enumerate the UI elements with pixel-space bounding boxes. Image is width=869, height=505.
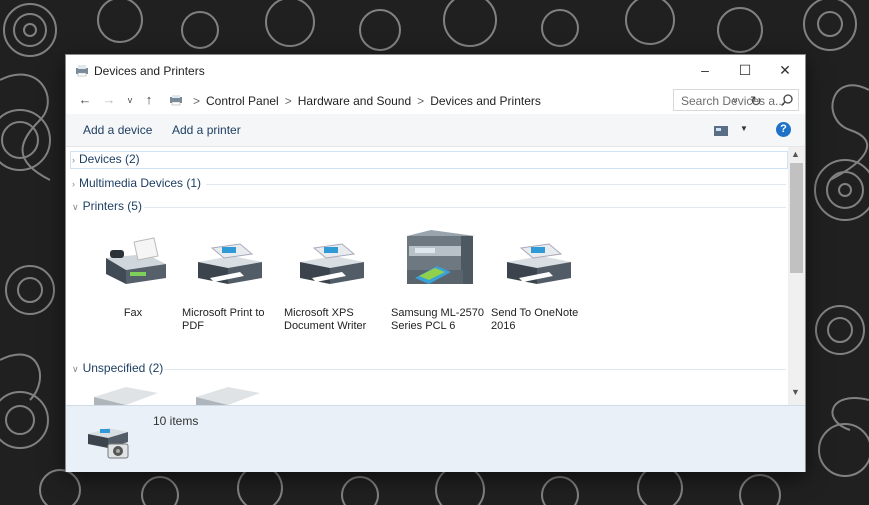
breadcrumb-hardware-and-sound[interactable]: Hardware and Sound (298, 94, 411, 108)
unspecified-device-icon[interactable] (196, 387, 260, 405)
printer-icon (198, 243, 262, 284)
group-printers[interactable]: ∨ Printers (5) (72, 199, 142, 215)
address-bar: ← → v ↑ > Control Panel > Hardware and Soun… (66, 86, 805, 114)
scroll-thumb[interactable] (790, 163, 803, 273)
breadcrumb[interactable]: > Control Panel > Hardware and Sound > Device… (164, 89, 762, 111)
group-divider (206, 184, 786, 185)
group-unspecified[interactable]: ∨ Unspecified (2) (72, 361, 163, 377)
recent-locations-dropdown[interactable]: v (121, 91, 139, 109)
device-send-to-onenote[interactable]: Send To OneNote 2016 (491, 232, 585, 342)
add-printer-button[interactable]: Add a printer (172, 123, 241, 137)
window-title: Devices and Printers (94, 64, 205, 78)
group-devices[interactable]: › Devices (2) (72, 152, 140, 168)
search-input[interactable]: Search Devices a... (673, 89, 799, 111)
group-unspecified-label: Unspecified (2) (82, 361, 164, 375)
scroll-up-icon[interactable]: ▲ (791, 149, 800, 159)
chevron-down-icon[interactable]: ∨ (72, 202, 79, 212)
scroll-down-icon[interactable]: ▼ (791, 387, 800, 397)
up-button[interactable]: ↑ (140, 91, 158, 109)
device-label: Microsoft Print to PDF (182, 307, 265, 332)
view-options-dropdown[interactable]: ▼ (740, 124, 748, 133)
device-label: Fax (123, 307, 143, 319)
printer-icon (300, 243, 364, 284)
printer-icon (507, 243, 571, 284)
device-label: Microsoft XPS Document Writer (284, 307, 367, 332)
item-count: 10 items (153, 414, 199, 428)
title-bar[interactable]: Devices and Printers – ☐ ✕ (66, 55, 805, 86)
devices-printers-window: Devices and Printers – ☐ ✕ ← → v ↑ > Cont… (66, 55, 805, 472)
device-list: › Devices (2) › Multimedia Devices (1) ∨ Pr… (66, 147, 805, 405)
fax-icon (106, 237, 166, 284)
chevron-right-icon[interactable]: › (72, 155, 75, 165)
group-divider (144, 207, 786, 208)
breadcrumb-devices-and-printers[interactable]: Devices and Printers (430, 94, 541, 108)
device-fax[interactable]: Fax (86, 232, 180, 342)
breadcrumb-control-panel[interactable]: Control Panel (206, 94, 279, 108)
add-device-button[interactable]: Add a device (83, 123, 152, 137)
close-button[interactable]: ✕ (765, 55, 805, 86)
device-label: Samsung ML-2570 Series PCL 6 (391, 307, 484, 332)
chevron-right-icon[interactable]: › (72, 179, 75, 189)
devices-camera-icon (88, 428, 129, 459)
group-multimedia[interactable]: › Multimedia Devices (1) (72, 176, 201, 192)
unspecified-device-icon[interactable] (94, 387, 158, 405)
device-samsung-ml-2570[interactable]: Samsung ML-2570 Series PCL 6 (391, 230, 485, 362)
devices-group-focus (70, 151, 788, 169)
multifunction-printer-icon (407, 230, 475, 284)
change-view-icon[interactable] (714, 126, 728, 136)
group-multimedia-label: Multimedia Devices (1) (79, 176, 202, 190)
breadcrumb-separator: > (417, 94, 425, 108)
help-icon[interactable]: ? (776, 122, 791, 137)
search-icon[interactable] (780, 93, 794, 107)
breadcrumb-separator: > (193, 94, 201, 108)
group-printers-label: Printers (5) (82, 199, 142, 213)
control-panel-icon (170, 95, 182, 106)
device-microsoft-xps-document-writer[interactable]: Microsoft XPS Document Writer (284, 232, 378, 342)
search-placeholder: Search Devices a... (681, 94, 786, 108)
command-bar: Add a device Add a printer ▼ ? (66, 114, 805, 147)
device-microsoft-print-to-pdf[interactable]: Microsoft Print to PDF (182, 232, 276, 342)
vertical-scrollbar[interactable]: ▲ ▼ (788, 147, 805, 405)
breadcrumb-separator: > (284, 94, 292, 108)
maximize-button[interactable]: ☐ (725, 55, 765, 86)
device-label: Send To OneNote 2016 (491, 307, 579, 332)
group-devices-label: Devices (2) (79, 152, 140, 166)
group-divider (164, 369, 786, 370)
back-button[interactable]: ← (76, 91, 94, 109)
details-pane: 10 items (66, 405, 805, 472)
devices-printers-icon (76, 65, 88, 77)
chevron-down-icon[interactable]: ∨ (72, 364, 79, 374)
forward-button[interactable]: → (100, 91, 118, 109)
minimize-button[interactable]: – (685, 55, 725, 86)
